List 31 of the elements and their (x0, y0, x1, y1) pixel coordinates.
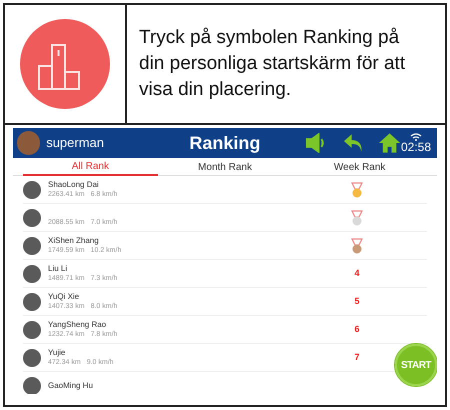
back-arrow-icon[interactable] (342, 132, 364, 154)
rank-number: 7 (354, 350, 360, 364)
avatar-placeholder (23, 180, 41, 198)
user-name: XiShen Zhang (48, 235, 100, 246)
user-name: YuQi Xie (48, 291, 80, 302)
screen-title: Ranking (188, 132, 262, 155)
avatar-placeholder (23, 236, 41, 254)
rank-tab[interactable]: All Rank (23, 158, 158, 176)
username: superman (46, 134, 105, 152)
avatar-placeholder (23, 348, 41, 366)
wifi-icon (410, 132, 422, 140)
instruction-text: Tryck på symbolen Ranking på din personliga startskärm för att visa din placering. (139, 26, 406, 102)
user-name: Liu Li (48, 263, 68, 274)
avatar-placeholder (23, 320, 41, 338)
user-name: GaoMing Hu (48, 380, 94, 391)
podium-icon (19, 18, 111, 110)
rank-tab[interactable]: Month Rank (158, 158, 292, 176)
avatar-placeholder (23, 264, 41, 282)
user-name: ShaoLong Dai (48, 179, 100, 190)
avatar-placeholder (23, 292, 41, 310)
rank-number: 5 (354, 294, 360, 308)
user-name: Yujie (48, 347, 66, 358)
avatar-placeholder (23, 376, 41, 394)
home-icon[interactable] (378, 132, 401, 154)
clock-time: 02:58 (400, 140, 432, 154)
user-name: YangSheng Rao (48, 319, 108, 330)
rank-number: 6 (354, 322, 360, 336)
avatar-placeholder (17, 131, 40, 155)
avatar-placeholder (23, 208, 41, 226)
rank-number: 4 (354, 266, 360, 280)
rank-tab[interactable]: Week Rank (292, 158, 428, 176)
